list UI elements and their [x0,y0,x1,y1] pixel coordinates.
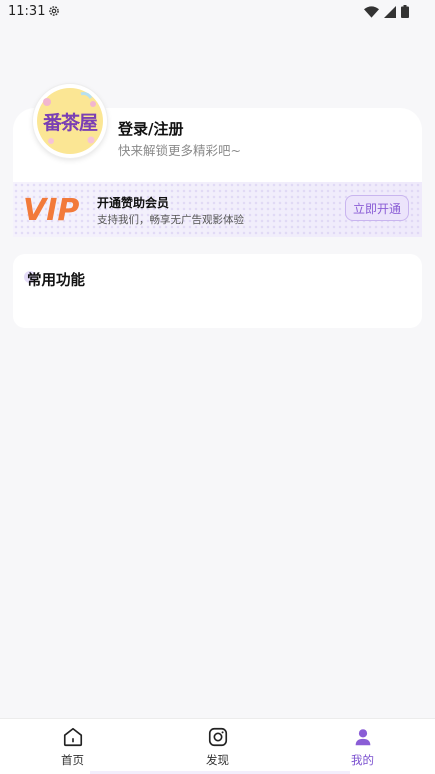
common-functions-title: 常用功能 [27,273,85,289]
common-functions-card: 常用功能 [13,254,422,328]
vip-open-button[interactable]: 立即开通 [345,195,409,221]
vip-description: 支持我们，畅享无广告观影体验 [97,214,244,226]
home-icon [63,727,83,747]
nav-label-mine: 我的 [351,753,374,767]
instagram-icon [208,727,228,747]
settings-icon [49,6,59,16]
battery-icon [401,5,409,18]
vip-banner[interactable]: VIP 开通赞助会员 支持我们，畅享无广告观影体验 立即开通 [13,182,422,237]
status-time: 11:31 [8,4,46,19]
vip-title: 开通赞助会员 [97,196,170,210]
nav-item-home[interactable]: 首页 [0,719,145,774]
svg-text:VIP: VIP [23,194,79,224]
nav-item-mine[interactable]: 我的 [290,719,435,774]
status-icons [364,5,409,18]
status-bar: 11:31 [0,0,435,24]
avatar-logo-text: 番茶屋 [42,112,98,134]
nav-label-discover: 发现 [206,753,229,767]
login-subtitle: 快来解锁更多精彩吧~ [118,143,241,158]
user-icon [355,729,371,746]
avatar[interactable]: 番茶屋 [33,84,107,158]
nav-item-discover[interactable]: 发现 [145,719,290,774]
vip-logo: VIP [23,194,79,224]
bottom-nav: 首页 发现 我的 [0,718,435,774]
wifi-icon [364,5,379,18]
login-register-link[interactable]: 登录/注册 [118,118,183,139]
signal-icon [384,5,396,18]
nav-label-home: 首页 [61,753,84,767]
